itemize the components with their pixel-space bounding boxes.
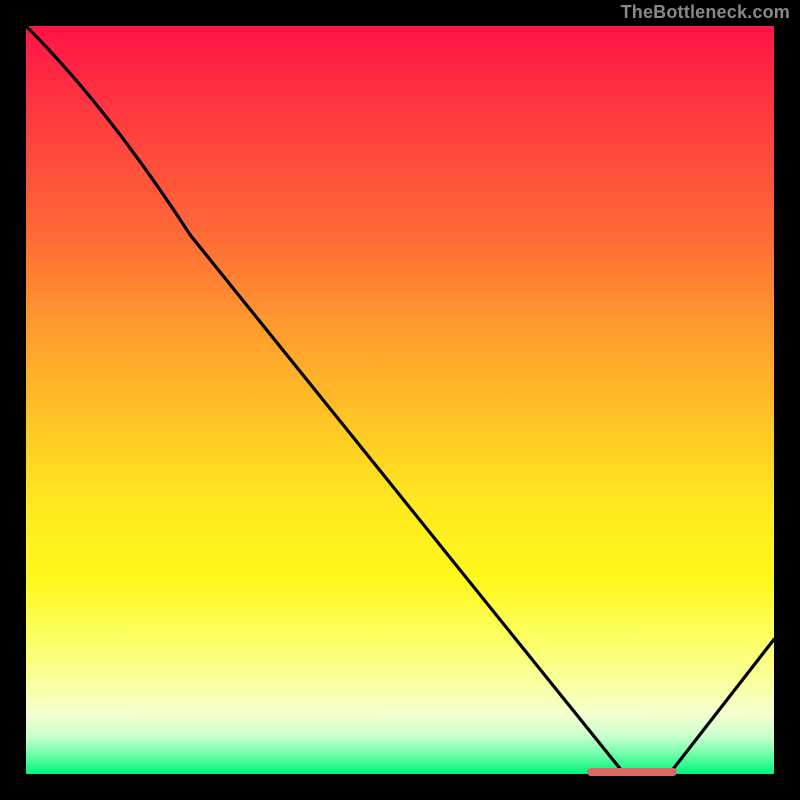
plot-area <box>26 26 774 774</box>
bottleneck-curve <box>26 26 774 774</box>
optimal-range-marker <box>587 768 677 776</box>
curve-path <box>26 26 774 774</box>
attribution-label: TheBottleneck.com <box>621 2 790 23</box>
chart-frame: TheBottleneck.com <box>0 0 800 800</box>
